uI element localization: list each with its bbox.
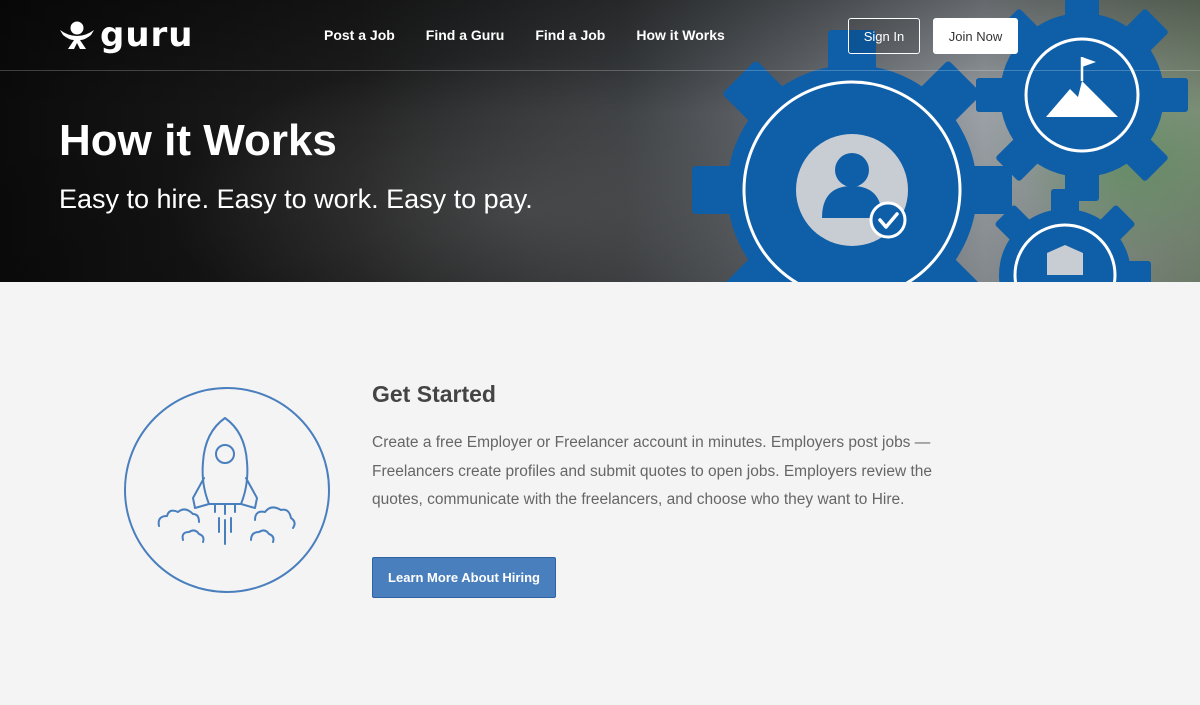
sign-in-button[interactable]: Sign In <box>848 18 920 54</box>
section-title: Get Started <box>372 381 496 407</box>
gear-shield-icon <box>995 189 1151 282</box>
nav-post-a-job[interactable]: Post a Job <box>324 27 395 43</box>
learn-more-hiring-button[interactable]: Learn More About Hiring <box>372 557 556 598</box>
guru-logo-icon <box>60 21 94 49</box>
hero-subtitle: Easy to hire. Easy to work. Easy to pay. <box>59 184 533 214</box>
rocket-icon <box>124 387 330 593</box>
nav-links: Post a Job Find a Guru Find a Job How it… <box>324 27 756 43</box>
top-navigation: guru Post a Job Find a Guru Find a Job H… <box>0 0 1200 71</box>
nav-how-it-works[interactable]: How it Works <box>636 27 724 43</box>
guru-logo[interactable]: guru <box>58 18 194 52</box>
section-description: Create a free Employer or Freelancer acc… <box>372 434 933 509</box>
hero-banner: guru Post a Job Find a Guru Find a Job H… <box>0 0 1200 282</box>
logo-wordmark: guru <box>100 15 194 55</box>
nav-find-a-job[interactable]: Find a Job <box>535 27 605 43</box>
get-started-section: Get Started Create a free Employer or Fr… <box>0 282 1200 705</box>
join-now-button[interactable]: Join Now <box>933 18 1018 54</box>
nav-find-a-guru[interactable]: Find a Guru <box>426 27 505 43</box>
hero-title: How it Works <box>59 116 337 165</box>
